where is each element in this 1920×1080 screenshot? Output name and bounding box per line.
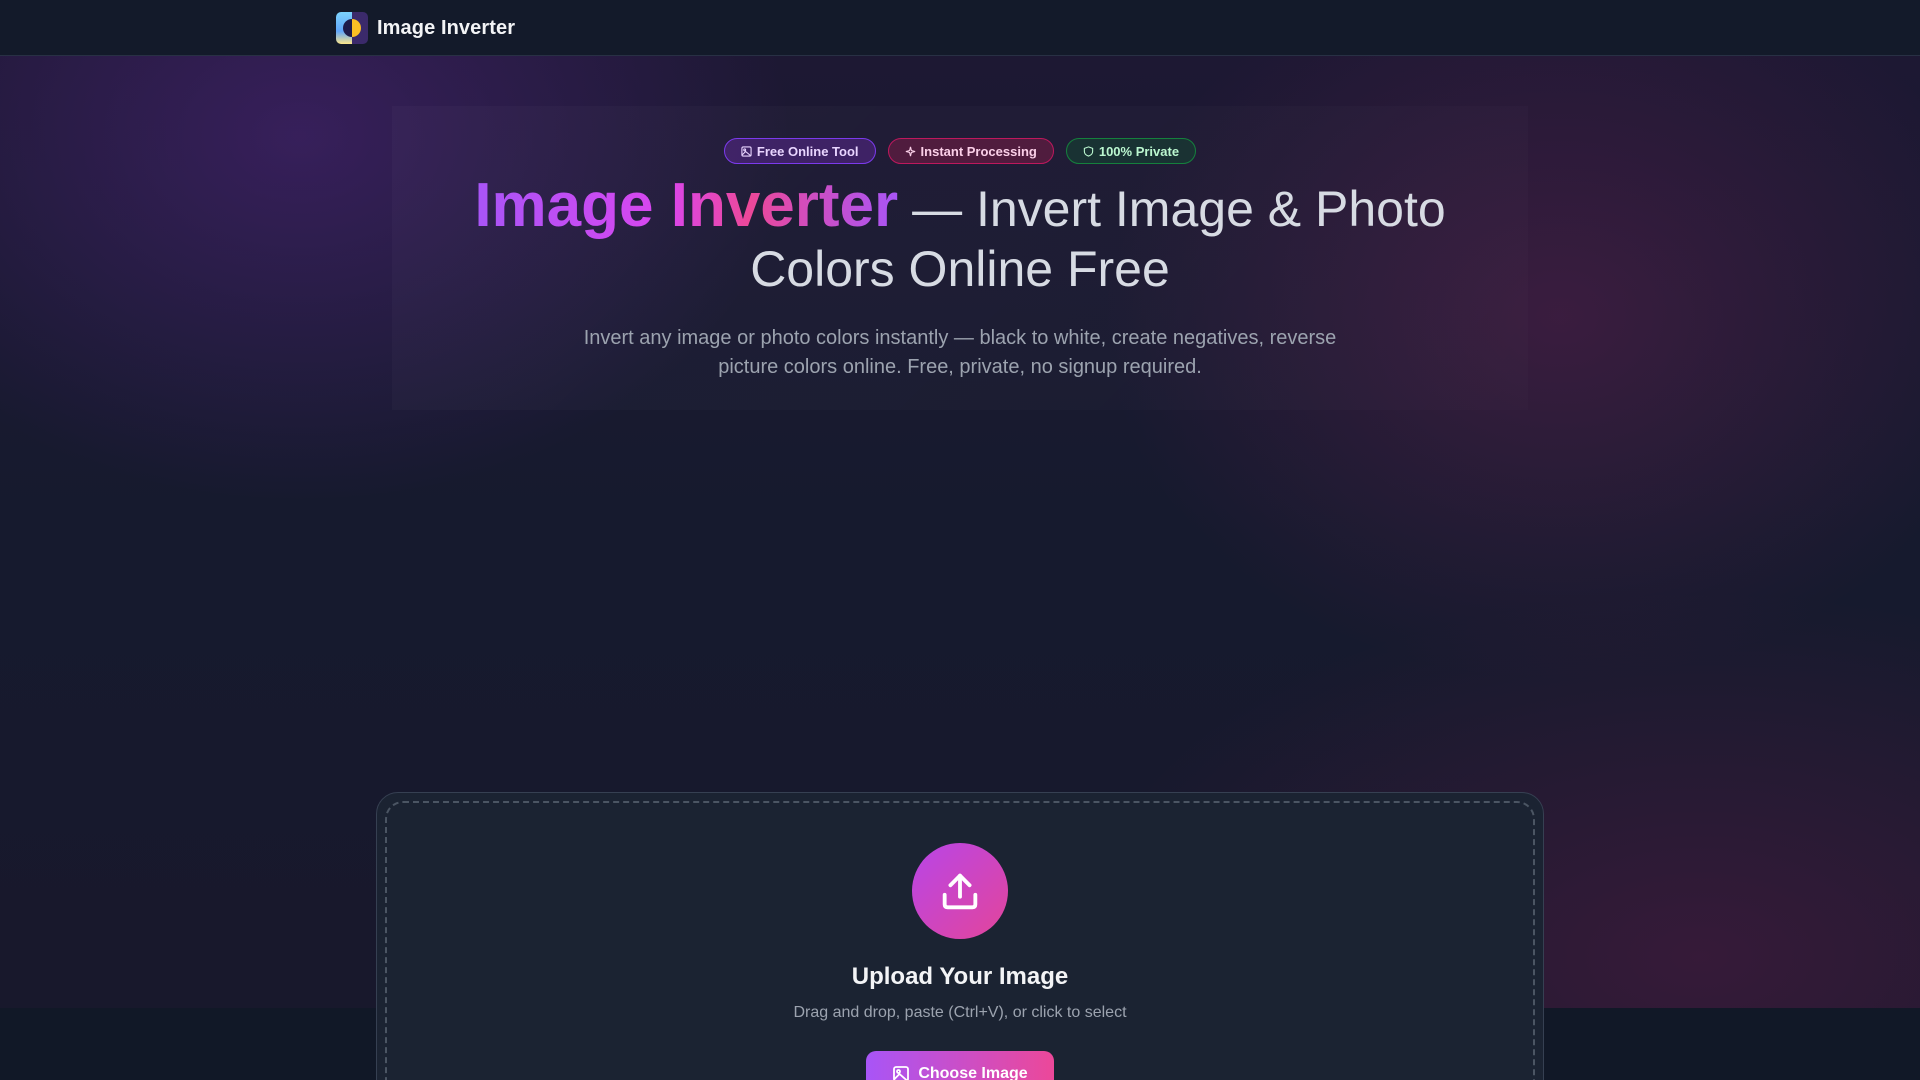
badge-free-online-tool: Free Online Tool xyxy=(723,138,876,164)
badge-private: 100% Private xyxy=(1065,138,1197,164)
badge-instant-processing: Instant Processing xyxy=(887,138,1054,164)
feature-badges: Free Online Tool Instant Processing 100%… xyxy=(0,138,1920,164)
upload-title: Upload Your Image xyxy=(851,963,1069,990)
page-title: Image Inverter — Invert Image & Photo Co… xyxy=(420,175,1500,299)
inverter-logo-icon xyxy=(336,12,368,44)
hero-subtitle: Invert any image or photo colors instant… xyxy=(583,327,1337,378)
page: Image Inverter Free Online Tool Instant … xyxy=(0,0,1920,1080)
upload-icon xyxy=(912,843,1008,939)
badge-label: 100% Private xyxy=(1098,143,1180,159)
choose-image-label: Choose Image xyxy=(918,1065,1028,1080)
choose-image-button[interactable]: Choose Image xyxy=(866,1051,1054,1080)
upload-hint: Drag and drop, paste (Ctrl+V), or click … xyxy=(793,1004,1127,1021)
brand-link[interactable]: Image Inverter xyxy=(336,12,515,44)
image-icon xyxy=(741,145,752,157)
top-navbar: Image Inverter xyxy=(0,0,1920,56)
badge-label: Free Online Tool xyxy=(756,143,859,159)
title-highlight: Image Inverter xyxy=(474,171,899,240)
sparkle-icon xyxy=(905,146,915,156)
image-icon xyxy=(893,1066,910,1080)
shield-icon xyxy=(1083,145,1094,157)
badge-label: Instant Processing xyxy=(920,143,1037,159)
brand-name: Image Inverter xyxy=(377,16,516,39)
